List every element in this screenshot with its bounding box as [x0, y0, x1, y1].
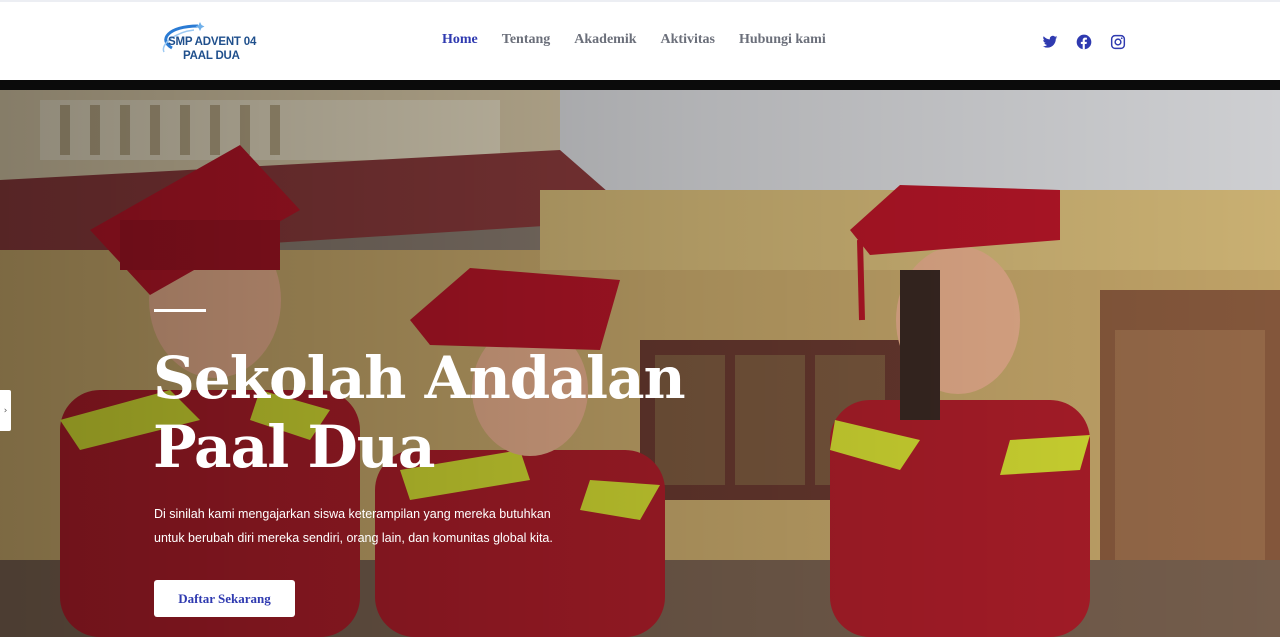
register-now-button[interactable]: Daftar Sekarang [154, 580, 295, 617]
social-links [1042, 34, 1144, 50]
nav-item-hubungi-kami[interactable]: Hubungi kami [739, 32, 826, 48]
logo-line2: PAAL DUA [183, 50, 240, 62]
instagram-icon[interactable] [1110, 34, 1126, 50]
school-logo[interactable]: SMP ADVENT 04 PAAL DUA [158, 18, 268, 68]
nav-item-akademik[interactable]: Akademik [574, 32, 636, 48]
hero-description: Di sinilah kami mengajarkan siswa ketera… [154, 507, 553, 545]
site-header: SMP ADVENT 04 PAAL DUA Home Tentang Akad… [0, 0, 1280, 80]
logo-line1: SMP ADVENT 04 [168, 36, 257, 48]
hero-title-line2: Paal Dua [153, 413, 436, 481]
hero-title: Sekolah Andalan Paal Dua [153, 344, 713, 482]
twitter-icon[interactable] [1042, 34, 1058, 50]
hero-title-line1: Sekolah Andalan [153, 344, 686, 412]
nav-item-home[interactable]: Home [442, 32, 478, 48]
hero-accent-line [154, 309, 206, 312]
slider-prev-button[interactable]: › [0, 390, 11, 431]
hero-banner: › Sekolah Andalan Paal Dua Di sinilah ka… [0, 90, 1280, 637]
nav-item-aktivitas[interactable]: Aktivitas [661, 32, 715, 48]
facebook-icon[interactable] [1076, 34, 1092, 50]
header-divider-bar [0, 80, 1280, 90]
chevron-right-icon: › [3, 405, 8, 416]
nav-item-tentang[interactable]: Tentang [502, 32, 551, 48]
main-nav: Home Tentang Akademik Aktivitas Hubungi … [442, 32, 850, 48]
